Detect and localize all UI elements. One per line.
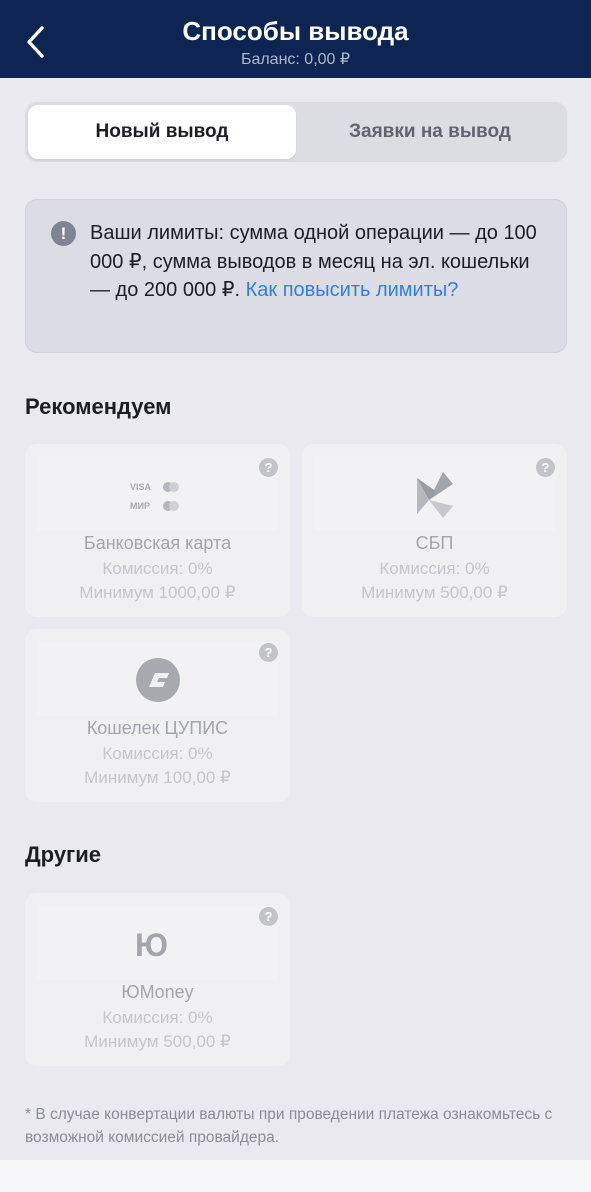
- method-name: СБП: [415, 533, 454, 553]
- limits-info-text: Ваши лимиты: сумма одной операции — до 1…: [90, 219, 550, 305]
- section-title-recommended: Рекомендуем: [25, 394, 172, 419]
- method-fee: Комиссия: 0%: [102, 1008, 213, 1027]
- sbp-icon: [302, 468, 567, 522]
- method-minimum: Минимум 1000,00 ₽: [79, 583, 236, 602]
- yumoney-logo-text: Ю: [135, 927, 168, 963]
- visa-mir-cards-icon: VISA МИР: [25, 468, 290, 522]
- page-title: Способы вывода: [182, 16, 409, 46]
- method-fee: Комиссия: 0%: [102, 559, 213, 578]
- method-card-bank-card[interactable]: ? VISA МИР Банковская карта Комиссия: 0%…: [25, 444, 290, 617]
- top-bar: Способы вывода Баланс: 0,00 ₽: [0, 0, 591, 78]
- yumoney-icon: Ю: [25, 917, 290, 971]
- segmented-tabs: Новый вывод Заявки на вывод: [25, 102, 567, 162]
- method-name: Банковская карта: [83, 533, 232, 553]
- method-name: Кошелек ЦУПИС: [86, 718, 229, 738]
- limits-info-box: ! Ваши лимиты: сумма одной операции — до…: [25, 199, 567, 353]
- increase-limits-link[interactable]: Как повысить лимиты?: [246, 279, 459, 301]
- exclamation-icon: !: [51, 221, 76, 246]
- method-minimum: Минимум 100,00 ₽: [84, 768, 231, 787]
- tab-new-withdrawal[interactable]: Новый вывод: [28, 105, 296, 159]
- method-minimum: Минимум 500,00 ₽: [84, 1032, 231, 1051]
- tab-withdrawal-requests[interactable]: Заявки на вывод: [296, 105, 564, 159]
- method-card-sbp[interactable]: ? СБП Комиссия: 0% Минимум 500,00 ₽: [302, 444, 567, 617]
- cupis-icon: [25, 653, 290, 707]
- visa-text: VISA: [130, 482, 152, 492]
- method-card-yumoney[interactable]: ? Ю ЮMoney Комиссия: 0% Минимум 500,00 ₽: [25, 893, 290, 1066]
- bottom-bar: [0, 1160, 591, 1192]
- method-fee: Комиссия: 0%: [379, 559, 490, 578]
- footnote: * В случае конвертации валюты при провед…: [25, 1106, 553, 1146]
- method-minimum: Минимум 500,00 ₽: [361, 583, 508, 602]
- section-title-other: Другие: [25, 842, 101, 867]
- method-name: ЮMoney: [121, 982, 194, 1002]
- method-fee: Комиссия: 0%: [102, 744, 213, 763]
- mir-text: МИР: [130, 501, 150, 511]
- balance-label: Баланс: 0,00 ₽: [240, 51, 351, 68]
- method-card-cupis[interactable]: ? Кошелек ЦУПИС Комиссия: 0% Минимум 100…: [25, 629, 290, 802]
